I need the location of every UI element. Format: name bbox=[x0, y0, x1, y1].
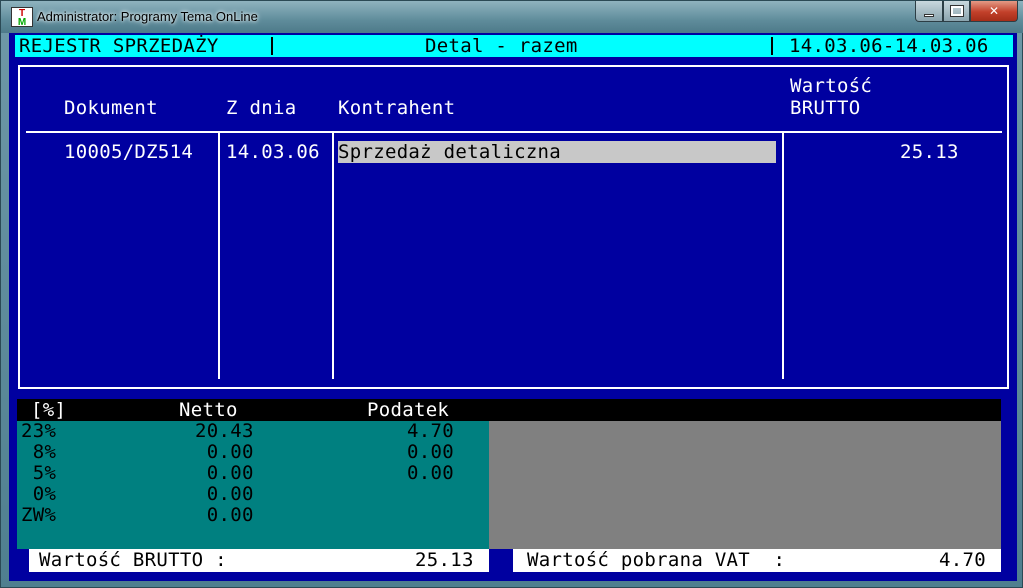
row-wartosc[interactable]: 25.13 bbox=[900, 141, 959, 163]
header-divider bbox=[26, 131, 1002, 133]
row-kontrahent-selected[interactable]: Sprzedaż detaliczna bbox=[338, 141, 776, 163]
empty-panel bbox=[489, 421, 1001, 549]
close-button[interactable]: ✕ bbox=[970, 1, 1018, 22]
vat-row: 23% 20.43 4.70 bbox=[17, 421, 489, 442]
minimize-icon bbox=[924, 13, 934, 17]
header-separator bbox=[271, 37, 273, 55]
column-divider bbox=[782, 133, 784, 379]
tema-app-icon[interactable]: TM bbox=[11, 7, 33, 28]
vat-summary-header: [%] Netto Podatek bbox=[17, 399, 1001, 421]
window-title: Administrator: Programy Tema OnLine bbox=[37, 9, 258, 24]
vat-rate: 0% bbox=[21, 483, 57, 505]
maximize-button[interactable] bbox=[943, 1, 970, 22]
vat-rate: 23% bbox=[21, 420, 57, 442]
title-bar[interactable]: TM Administrator: Programy Tema OnLine ✕ bbox=[1, 1, 1023, 33]
total-brutto-box: Wartość BRUTTO : 25.13 bbox=[29, 549, 489, 572]
column-divider bbox=[218, 133, 220, 379]
total-brutto-value: 25.13 bbox=[415, 549, 474, 571]
vat-podatek: 0.00 bbox=[407, 462, 454, 484]
vat-podatek: 0.00 bbox=[407, 441, 454, 463]
documents-table: Dokument Z dnia Kontrahent Wartość BRUTT… bbox=[18, 65, 1009, 389]
register-view-title: Detal - razem bbox=[425, 35, 578, 57]
vat-row: ZW% 0.00 bbox=[17, 505, 489, 526]
date-range: 14.03.06-14.03.06 bbox=[789, 35, 989, 57]
vat-summary-table: 23% 20.43 4.70 8% 0.00 0.00 5% 0.00 0.00… bbox=[17, 421, 489, 549]
vat-podatek: 4.70 bbox=[407, 420, 454, 442]
total-brutto-label: Wartość BRUTTO : bbox=[39, 549, 227, 571]
window-controls: ✕ bbox=[915, 1, 1018, 23]
vat-row: 0% 0.00 bbox=[17, 484, 489, 505]
total-vat-value: 4.70 bbox=[939, 549, 986, 571]
vat-header-podatek: Podatek bbox=[367, 399, 450, 421]
close-icon: ✕ bbox=[988, 4, 1000, 18]
row-dokument[interactable]: 10005/DZ514 bbox=[64, 141, 193, 163]
minimize-button[interactable] bbox=[915, 1, 943, 22]
vat-rate: ZW% bbox=[21, 504, 57, 526]
vat-row: 8% 0.00 0.00 bbox=[17, 442, 489, 463]
column-header-kontrahent[interactable]: Kontrahent bbox=[338, 97, 455, 119]
column-header-wartosc[interactable]: Wartość bbox=[790, 75, 872, 97]
vat-netto: 0.00 bbox=[195, 462, 254, 484]
total-vat-label: Wartość pobrana VAT : bbox=[527, 549, 786, 571]
register-header-bar: REJESTR SPRZEDAŻY Detal - razem 14.03.06… bbox=[15, 35, 1013, 57]
register-title: REJESTR SPRZEDAŻY bbox=[19, 35, 219, 57]
column-header-dokument[interactable]: Dokument bbox=[64, 97, 158, 119]
console-window: TM Administrator: Programy Tema OnLine ✕… bbox=[0, 0, 1023, 588]
vat-netto: 20.43 bbox=[195, 420, 254, 442]
column-header-brutto[interactable]: BRUTTO bbox=[790, 97, 860, 119]
vat-header-rate: [%] bbox=[31, 399, 67, 421]
vat-header-netto: Netto bbox=[179, 399, 238, 421]
column-header-z-dnia[interactable]: Z dnia bbox=[226, 97, 296, 119]
maximize-icon bbox=[949, 5, 964, 17]
vat-netto: 0.00 bbox=[195, 483, 254, 505]
vat-row: 5% 0.00 0.00 bbox=[17, 463, 489, 484]
vat-rate: 8% bbox=[21, 441, 57, 463]
console-area: REJESTR SPRZEDAŻY Detal - razem 14.03.06… bbox=[9, 33, 1017, 581]
vat-netto: 0.00 bbox=[195, 441, 254, 463]
total-vat-box: Wartość pobrana VAT : 4.70 bbox=[513, 549, 1001, 572]
vat-netto: 0.00 bbox=[195, 504, 254, 526]
vat-rate: 5% bbox=[21, 462, 57, 484]
header-separator bbox=[771, 37, 773, 55]
row-z-dnia[interactable]: 14.03.06 bbox=[226, 141, 320, 163]
column-divider bbox=[332, 133, 334, 379]
